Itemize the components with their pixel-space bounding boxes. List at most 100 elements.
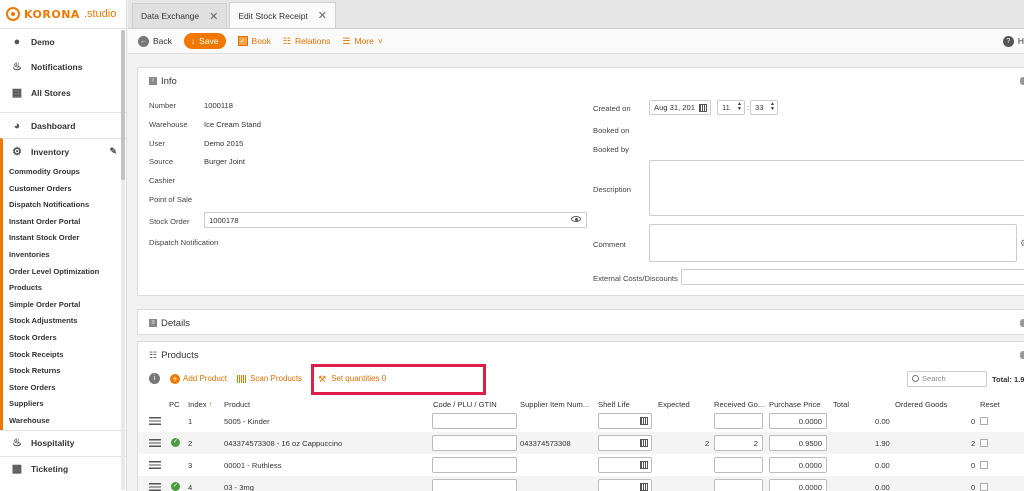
scrollbar-thumb[interactable]: [121, 30, 125, 180]
purchase-price-input[interactable]: 0.9500: [769, 435, 827, 451]
table-row[interactable]: ✓ 4 03 - 3mg 0.0000 0.00 0: [138, 476, 1024, 491]
shelf-life-input[interactable]: [598, 479, 652, 491]
created-minute-field[interactable]: 33 ▲ ▼: [750, 100, 778, 115]
reset-checkbox[interactable]: [980, 461, 988, 469]
sidebar-item-ticketing[interactable]: ▩ Ticketing: [0, 455, 126, 482]
code-input[interactable]: [432, 479, 517, 491]
sidebar-subitem-warehouse[interactable]: Warehouse: [3, 413, 126, 430]
received-input[interactable]: [714, 413, 763, 429]
row-menu-icon[interactable]: [149, 461, 161, 469]
sidebar-subitem-stock-orders[interactable]: Stock Orders: [3, 330, 126, 347]
row-menu-icon[interactable]: [149, 439, 161, 447]
help-button[interactable]: ? H: [1002, 35, 1024, 47]
sidebar-subitem-stock-returns[interactable]: Stock Returns: [3, 363, 126, 380]
row-menu-icon[interactable]: [149, 483, 161, 491]
eye-icon[interactable]: [571, 216, 581, 222]
reset-checkbox[interactable]: [980, 417, 988, 425]
sidebar-subitem-instant-stock-order[interactable]: Instant Stock Order: [3, 230, 126, 247]
code-input[interactable]: [432, 413, 517, 429]
column-header-total[interactable]: Total: [833, 400, 849, 409]
sidebar-item-demo[interactable]: ● Demo: [0, 28, 126, 54]
info-header[interactable]: i Info: [138, 68, 1024, 94]
close-icon[interactable]: ✕: [318, 9, 327, 22]
shelf-life-input[interactable]: [598, 413, 652, 429]
spinner-icon[interactable]: ▲ ▼: [770, 102, 775, 112]
code-input[interactable]: [432, 457, 517, 473]
created-date-field[interactable]: Aug 31, 201: [649, 100, 711, 115]
received-input[interactable]: [714, 479, 763, 491]
attachment-icon[interactable]: ⚙: [1020, 238, 1024, 249]
scan-products-button[interactable]: Scan Products: [237, 374, 302, 383]
calendar-icon[interactable]: [699, 104, 707, 112]
comment-textarea[interactable]: [649, 224, 1017, 262]
column-header-code[interactable]: Code / PLU / GTIN: [433, 400, 497, 409]
purchase-price-input[interactable]: 0.0000: [769, 413, 827, 429]
column-header-index[interactable]: Index ↑: [188, 400, 213, 409]
sidebar-subitem-stock-adjustments[interactable]: Stock Adjustments: [3, 313, 126, 330]
reset-checkbox[interactable]: [980, 439, 988, 447]
column-header-received[interactable]: Received Go...: [714, 400, 764, 409]
column-header-reset[interactable]: Reset: [980, 400, 1000, 409]
sidebar-subitem-customer-orders[interactable]: Customer Orders: [3, 181, 126, 198]
details-header[interactable]: ≡ Details: [138, 310, 1024, 336]
table-row[interactable]: ✓ 2 043374573308 - 16 oz Cappuccino 0433…: [138, 432, 1024, 454]
calendar-icon[interactable]: [640, 417, 648, 425]
info-icon[interactable]: i: [149, 373, 160, 384]
table-row[interactable]: 3 00001 - Ruthless 0.0000 0.00 0: [138, 454, 1024, 476]
sidebar-item-hospitality[interactable]: ♨ Hospitality: [0, 429, 126, 456]
calendar-icon[interactable]: [640, 439, 648, 447]
logo[interactable]: KORONA .studio: [0, 0, 126, 28]
sidebar-subitem-stock-receipts[interactable]: Stock Receipts: [3, 347, 126, 364]
products-header[interactable]: ☷ Products: [138, 342, 1024, 368]
purchase-price-input[interactable]: 0.0000: [769, 479, 827, 491]
sidebar-subitem-suppliers[interactable]: Suppliers: [3, 396, 126, 413]
calendar-icon[interactable]: [640, 461, 648, 469]
collapse-handle[interactable]: [1020, 77, 1024, 85]
collapse-handle[interactable]: [1020, 319, 1024, 327]
sidebar-subitem-order-level-optimization[interactable]: Order Level Optimization: [3, 264, 126, 281]
description-textarea[interactable]: [649, 160, 1024, 216]
search-input[interactable]: Search: [907, 371, 987, 387]
sidebar-item-all-stores[interactable]: ▦ All Stores: [0, 80, 126, 106]
sidebar-subitem-products[interactable]: Products: [3, 280, 126, 297]
more-button[interactable]: ☰ More ˅: [342, 36, 382, 47]
tab-edit-stock-receipt[interactable]: Edit Stock Receipt ✕: [229, 2, 337, 28]
column-header-supplier-item[interactable]: Supplier Item Num...: [520, 400, 589, 409]
book-button[interactable]: ✓ Book: [237, 36, 271, 46]
reset-checkbox[interactable]: [980, 483, 988, 491]
back-button[interactable]: ← Back: [138, 35, 172, 47]
calendar-icon[interactable]: [640, 483, 648, 491]
sidebar-scrollbar[interactable]: [121, 30, 125, 490]
relations-button[interactable]: ☷ Relations: [283, 36, 331, 47]
sidebar-subitem-commodity-groups[interactable]: Commodity Groups: [3, 164, 126, 181]
column-header-expected[interactable]: Expected: [658, 400, 690, 409]
tab-data-exchange[interactable]: Data Exchange ✕: [132, 3, 228, 28]
row-menu-icon[interactable]: [149, 417, 161, 425]
add-product-button[interactable]: + Add Product: [170, 373, 227, 384]
save-button[interactable]: ↓ Save: [183, 33, 226, 49]
column-header-shelf-life[interactable]: Shelf Life: [598, 400, 630, 409]
code-input[interactable]: [432, 435, 517, 451]
sidebar-subitem-store-orders[interactable]: Store Orders: [3, 380, 126, 397]
collapse-handle[interactable]: [1020, 351, 1024, 359]
sidebar-item-notifications[interactable]: ♨ Notifications: [0, 54, 126, 80]
column-header-pc[interactable]: PC: [169, 400, 180, 409]
table-row[interactable]: 1 5005 - Kinder 0.0000 0.00 0: [138, 410, 1024, 432]
column-header-product[interactable]: Product: [224, 400, 250, 409]
sidebar-subitem-instant-order-portal[interactable]: Instant Order Portal: [3, 214, 126, 231]
sidebar-subitem-dispatch-notifications[interactable]: Dispatch Notifications: [3, 197, 126, 214]
created-hour-field[interactable]: 11 ▲ ▼: [717, 100, 745, 115]
column-header-purchase-price[interactable]: Purchase Price: [769, 400, 821, 409]
spinner-icon[interactable]: ▲ ▼: [737, 102, 742, 112]
external-costs-field[interactable]: [681, 269, 1024, 285]
received-input[interactable]: [714, 457, 763, 473]
shelf-life-input[interactable]: [598, 435, 652, 451]
shelf-life-input[interactable]: [598, 457, 652, 473]
edit-icon[interactable]: ✎: [109, 146, 117, 157]
sidebar-item-dashboard[interactable]: ◕ Dashboard: [0, 112, 126, 138]
received-input[interactable]: 2: [714, 435, 763, 451]
purchase-price-input[interactable]: 0.0000: [769, 457, 827, 473]
sidebar-item-inventory[interactable]: ⚙ Inventory ✎: [0, 138, 126, 164]
sidebar-subitem-simple-order-portal[interactable]: Simple Order Portal: [3, 297, 126, 314]
sidebar-subitem-inventories[interactable]: Inventories: [3, 247, 126, 264]
